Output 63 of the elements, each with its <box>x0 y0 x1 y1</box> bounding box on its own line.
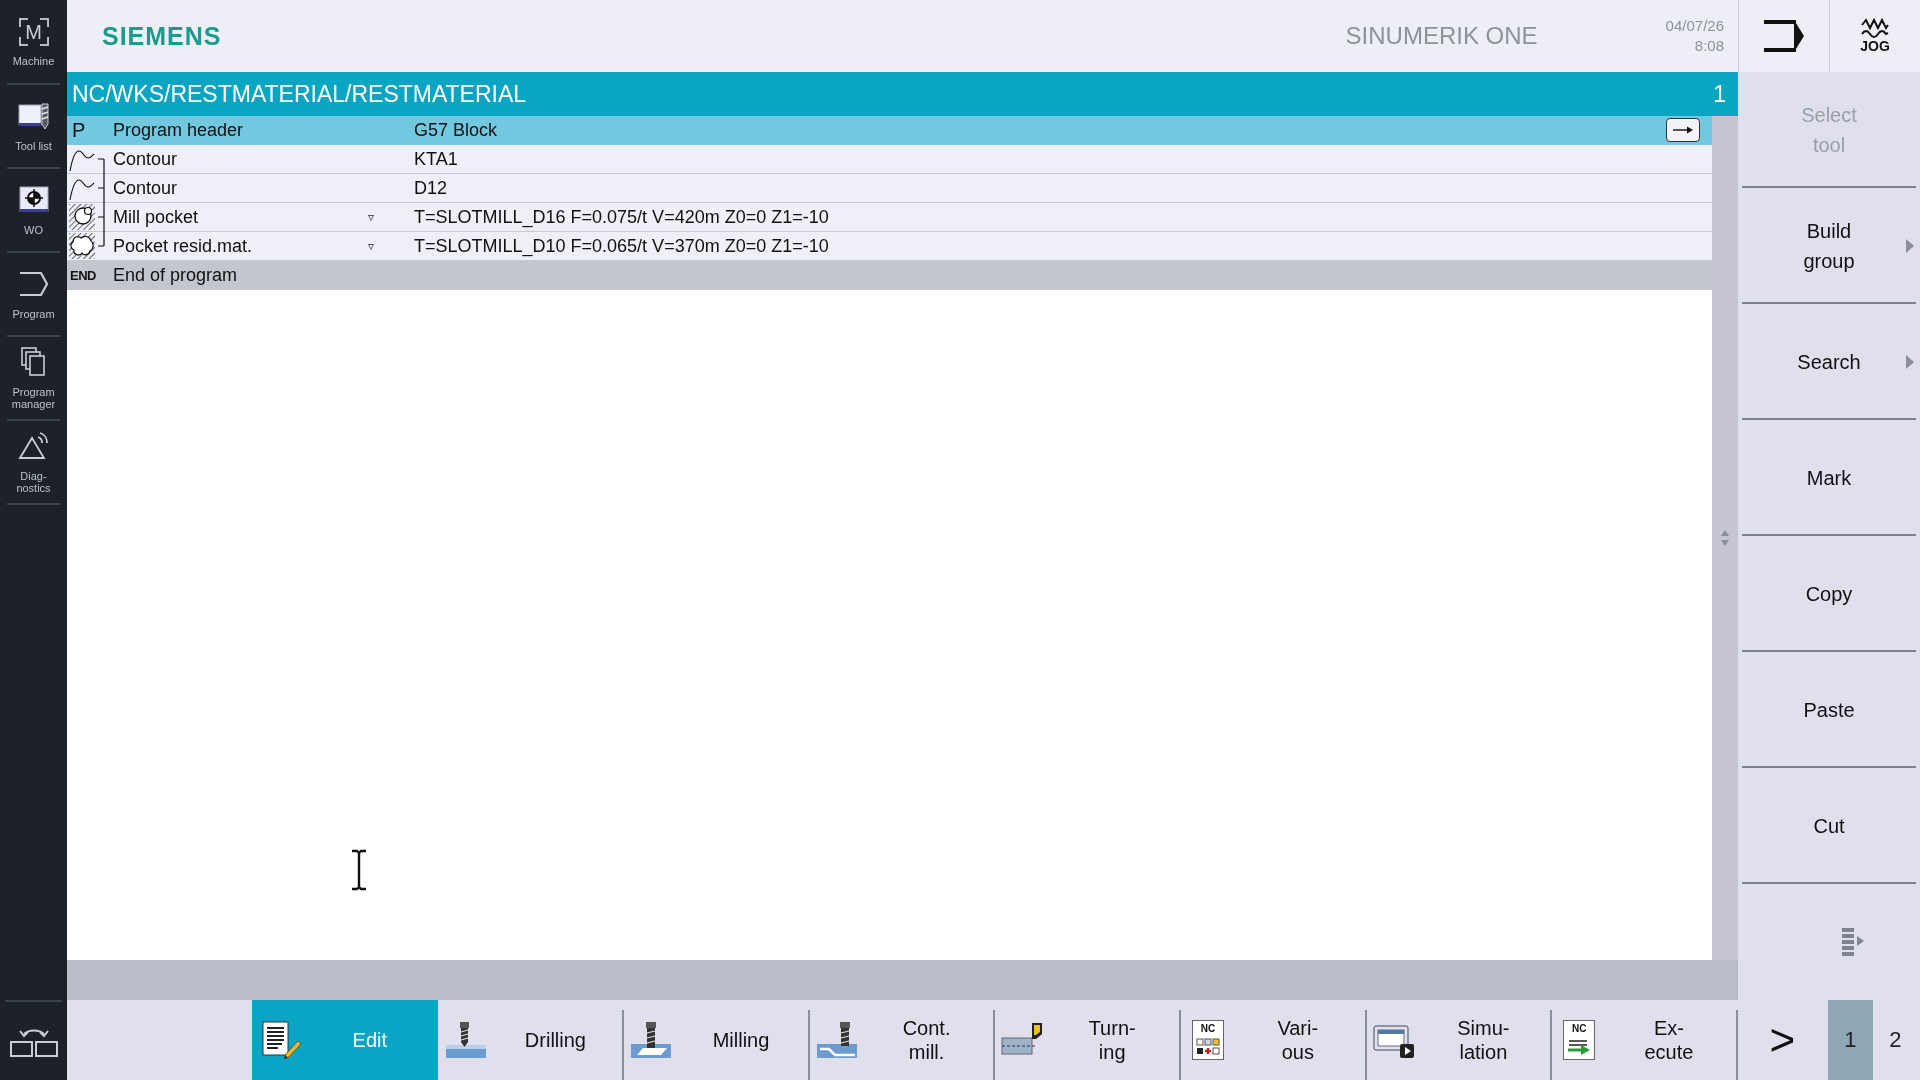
right-arrow-icon <box>1672 125 1694 135</box>
date-text: 04/07/26 <box>1665 16 1724 36</box>
block-value: D12 <box>413 177 449 199</box>
sidebar-item[interactable]: WO <box>0 168 67 252</box>
block-marker: P <box>71 118 86 142</box>
block-marker: END <box>69 267 96 283</box>
bracket-arrow-icon <box>1762 19 1806 53</box>
arrow-button[interactable] <box>1666 118 1700 142</box>
channel-number: 1 <box>1713 80 1726 108</box>
sidebar-item[interactable]: M Machine <box>0 0 67 84</box>
page-tab[interactable]: 2 <box>1872 1000 1918 1080</box>
program-row[interactable]: Mill pocket ▿ T=SLOTMILL_D16 F=0.075/t V=420m Z0=0 Z1=-10 <box>67 203 1712 232</box>
drill-icon <box>443 1020 488 1060</box>
program-row[interactable]: P Program header G57 Block <box>67 116 1712 145</box>
block-value: G57 Block <box>413 119 499 141</box>
softkey[interactable]: Cont. mill. <box>808 1000 995 1080</box>
softkey[interactable]: Turn- ing <box>994 1000 1180 1080</box>
softkey[interactable]: NC Ex- ecute <box>1551 1000 1737 1080</box>
block-value: T=SLOTMILL_D16 F=0.075/t V=420m Z0=0 Z1=-10 <box>413 206 830 228</box>
sidebar-item[interactable]: Program manager <box>0 336 67 420</box>
softkey[interactable]: Milling <box>623 1000 809 1080</box>
time-text: 8:08 <box>1694 36 1724 56</box>
page-tab[interactable]: 1 <box>1827 1000 1873 1080</box>
symbol-grid-icon <box>1195 1038 1220 1056</box>
scrollbar[interactable] <box>1712 116 1738 960</box>
program-path: NC/WKS/RESTMATERIAL/RESTMATERIAL <box>72 80 527 108</box>
softkey[interactable]: Simu- lation <box>1365 1000 1552 1080</box>
list-arrow-icon <box>1842 927 1866 957</box>
scroll-arrows-icon <box>1720 529 1730 547</box>
end-mill-icon <box>629 1020 674 1060</box>
sidebar-item[interactable]: Program <box>0 252 67 336</box>
icon-label: NC <box>1200 1023 1216 1035</box>
program-row[interactable]: END End of program <box>67 261 1712 290</box>
triangle-marker: ▿ <box>368 239 374 253</box>
block-name: Contour <box>112 177 179 199</box>
triangle-marker: ▿ <box>368 210 374 224</box>
block-value: KTA1 <box>413 148 459 170</box>
block-name: Mill pocket <box>112 206 200 228</box>
program-row[interactable]: Pocket resid.mat. ▿ T=SLOTMILL_D10 F=0.065/t V=370m Z0=0 Z1=-10 <box>67 232 1712 261</box>
lines-arrow-icon <box>1567 1038 1592 1056</box>
target-window-icon <box>16 184 51 215</box>
icon-label: NC <box>1571 1023 1587 1035</box>
program-row[interactable]: Contour KTA1 <box>67 145 1712 174</box>
triangle-waves-icon <box>16 430 51 461</box>
hatched-blob-icon <box>69 233 95 259</box>
block-name: Pocket resid.mat. <box>112 235 254 257</box>
wave-icon <box>1860 18 1890 38</box>
block-name: End of program <box>112 264 239 286</box>
block-name: Program header <box>112 119 245 141</box>
window-drill-icon <box>16 100 51 131</box>
next-softkeys-button[interactable]: > <box>1736 1000 1828 1080</box>
sidebar-item[interactable]: Diag- nostics <box>0 420 67 504</box>
softkey[interactable]: NC Vari- ous <box>1179 1000 1366 1080</box>
program-row[interactable]: Contour D12 <box>67 174 1712 203</box>
brand-logo: SIEMENS <box>102 21 222 51</box>
letter-icon: M <box>18 17 49 46</box>
text-cursor-icon <box>349 849 369 891</box>
contour-mill-icon <box>814 1020 859 1060</box>
sidebar-item[interactable]: Tool list <box>0 84 67 168</box>
softkey[interactable]: Drilling <box>437 1000 624 1080</box>
block-name: Contour <box>112 148 179 170</box>
product-name: SINUMERIK ONE <box>1345 22 1538 50</box>
block-value: T=SLOTMILL_D10 F=0.065/t V=370m Z0=0 Z1=-10 <box>413 235 830 257</box>
